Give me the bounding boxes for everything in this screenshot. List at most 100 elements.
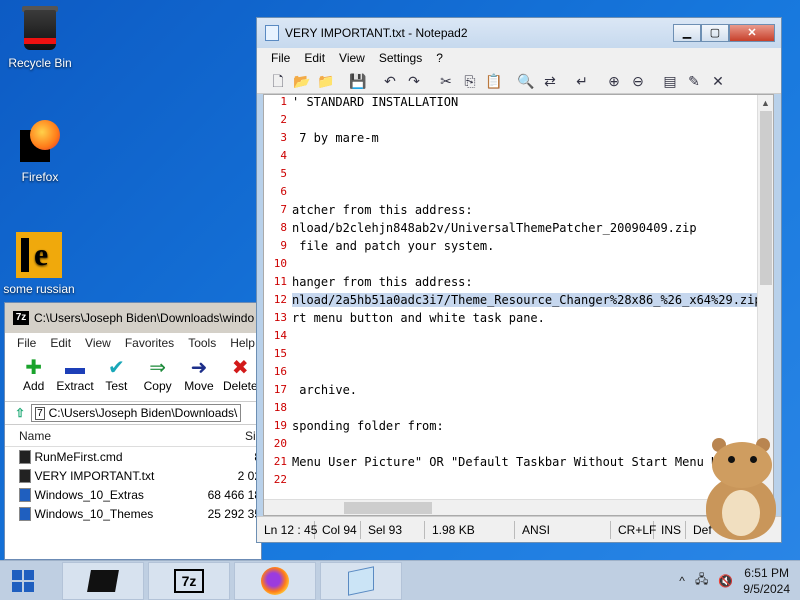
status-eol[interactable]: CR+LF [611,520,656,539]
menu-help[interactable]: Help [230,336,255,350]
text-line[interactable]: Menu User Picture" OR "Default Taskbar W… [292,455,760,473]
extract-button[interactable]: ▬ Extract [54,353,95,401]
find-icon[interactable]: 🔍 [515,70,537,92]
volume-muted-icon[interactable]: 🔇 [718,574,733,588]
test-button[interactable]: ✔ Test [96,353,137,401]
text-line[interactable] [292,149,760,167]
notepad2-icon [348,565,374,596]
paste-icon[interactable]: 📋 [483,70,505,92]
text-line[interactable]: nload/b2clehjn848ab2v/UniversalThemePatc… [292,221,760,239]
text-line-content: nload/2a5hb51a0adc3i7/Theme_Resource_Cha… [292,293,760,307]
notepad2-titlebar[interactable]: VERY IMPORTANT.txt - Notepad2 ▁ ▢ ✕ [257,18,781,48]
windows-logo-icon [12,569,34,592]
horizontal-scrollbar[interactable] [264,499,759,515]
line-number: 3 [280,131,287,144]
save-icon[interactable]: 💾 [347,70,369,92]
text-area[interactable]: ' STANDARD INSTALLATION 7 by mare-m atche… [292,95,760,515]
zoom-in-icon[interactable]: ⊕ [603,70,625,92]
scheme-icon[interactable]: ▤ [659,70,681,92]
status-encoding[interactable]: ANSI [515,520,611,539]
menu-favorites[interactable]: Favorites [125,336,174,350]
text-line[interactable]: hanger from this address: [292,275,760,293]
text-line[interactable]: sponding folder from: [292,419,760,437]
line-number: 8 [280,221,287,234]
menu-edit[interactable]: Edit [304,51,325,65]
move-button[interactable]: ➜ Move [178,353,219,401]
column-name[interactable]: Name [19,429,245,443]
menu-tools[interactable]: Tools [188,336,216,350]
file-row[interactable]: RunMeFirst.cmd 8 [5,447,261,466]
file-row[interactable]: Windows_10_Extras 68 466 18 [5,485,261,504]
replace-icon[interactable]: ⇄ [539,70,561,92]
menu-view[interactable]: View [85,336,111,350]
cut-icon[interactable]: ✂ [435,70,457,92]
7zip-title: C:\Users\Joseph Biden\Downloads\windo [34,311,255,325]
status-ins[interactable]: INS [654,520,686,539]
menu-edit[interactable]: Edit [50,336,71,350]
browse-icon[interactable]: 📁 [315,70,337,92]
clock[interactable]: 6:51 PM 9/5/2024 [743,565,790,597]
file-row[interactable]: Windows_10_Themes 25 292 35 [5,504,261,523]
menu-view[interactable]: View [339,51,365,65]
taskbar-app-firefox[interactable] [234,561,316,600]
desktop-icon-recycle-bin[interactable]: Recycle Bin [0,4,85,70]
minimize-button[interactable]: ▁ [673,24,701,42]
7zip-window[interactable]: 7z C:\Users\Joseph Biden\Downloads\windo… [4,302,262,560]
desktop-icon-some-russian[interactable]: e some russian [0,232,84,296]
file-row[interactable]: VERY IMPORTANT.txt 2 02 [5,466,261,485]
plus-icon: ✚ [25,357,43,379]
text-line[interactable]: archive. [292,383,760,401]
menu-settings[interactable]: Settings [379,51,422,65]
exit-icon[interactable]: ✕ [707,70,729,92]
text-line[interactable]: atcher from this address: [292,203,760,221]
text-line[interactable] [292,473,760,491]
vertical-scroll-thumb[interactable] [760,111,772,285]
text-line[interactable] [292,185,760,203]
text-line[interactable]: file and patch your system. [292,239,760,257]
desktop-icon-firefox[interactable]: Firefox [0,118,85,184]
up-folder-icon[interactable]: ⇧ [15,406,25,420]
open-icon[interactable]: 📂 [291,70,313,92]
file-name: Windows_10_Extras [34,487,144,502]
taskbar-app-7zip[interactable]: 7z [148,561,230,600]
path-input[interactable]: 7 C:\Users\Joseph Biden\Downloads\ [31,404,242,422]
text-line[interactable] [292,329,760,347]
horizontal-scroll-thumb[interactable] [344,502,432,514]
copy-icon[interactable]: ⎘ [459,70,481,92]
text-line[interactable]: 7 by mare-m [292,131,760,149]
text-line[interactable]: rt menu button and white task pane. [292,311,760,329]
maximize-button[interactable]: ▢ [701,24,729,42]
delete-button[interactable]: ✖ Delete [220,353,261,401]
menu-help[interactable]: ? [436,51,443,65]
text-line-selected[interactable]: nload/2a5hb51a0adc3i7/Theme_Resource_Cha… [292,293,760,311]
network-icon[interactable]: 🖧 [695,570,708,591]
text-line[interactable] [292,347,760,365]
menu-file[interactable]: File [17,336,36,350]
customize-icon[interactable]: ✎ [683,70,705,92]
text-line[interactable] [292,167,760,185]
text-line[interactable]: ' STANDARD INSTALLATION [292,95,760,113]
text-line[interactable] [292,257,760,275]
text-line[interactable] [292,401,760,419]
zoom-out-icon[interactable]: ⊖ [627,70,649,92]
scroll-up-icon[interactable]: ▲ [758,95,773,111]
tray-chevron-icon[interactable]: ^ [679,574,685,588]
menu-file[interactable]: File [271,51,290,65]
text-line[interactable] [292,365,760,383]
wordwrap-icon[interactable]: ↵ [571,70,593,92]
status-sel: Sel 93 [361,520,425,539]
file-size: 2 02 [237,468,261,483]
column-size[interactable]: Si [245,429,256,443]
copy-button[interactable]: ⇒ Copy [137,353,178,401]
taskbar-app-black[interactable] [62,561,144,600]
new-icon[interactable]: 🗋 [267,70,289,92]
7zip-titlebar[interactable]: 7z C:\Users\Joseph Biden\Downloads\windo [5,303,261,333]
text-line[interactable] [292,113,760,131]
close-button[interactable]: ✕ [729,24,775,42]
add-button[interactable]: ✚ Add [13,353,54,401]
start-button[interactable] [0,561,46,600]
undo-icon[interactable]: ↶ [379,70,401,92]
taskbar-app-notepad2[interactable] [320,561,402,600]
text-line[interactable] [292,437,760,455]
redo-icon[interactable]: ↷ [403,70,425,92]
